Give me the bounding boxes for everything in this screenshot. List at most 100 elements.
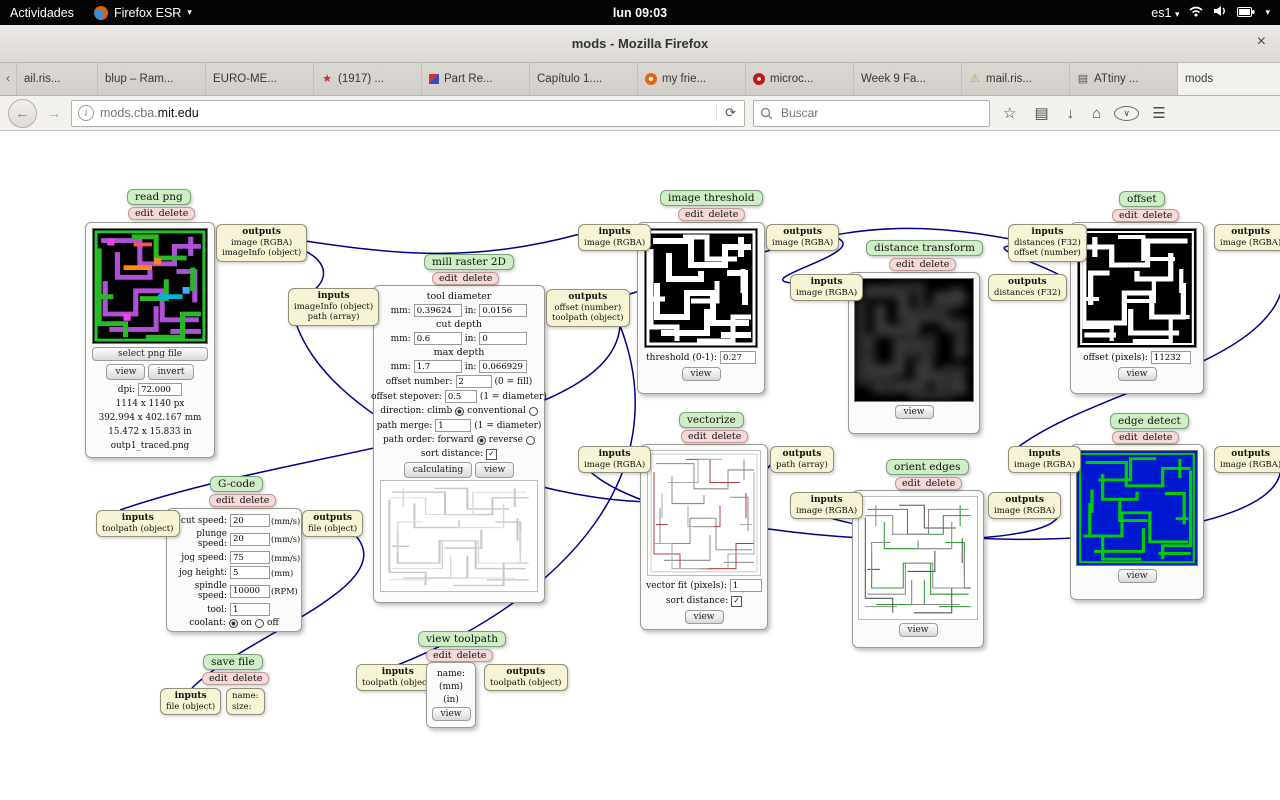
volume-icon[interactable] — [1213, 5, 1227, 20]
sort-distance-checkbox[interactable]: ✓ — [486, 448, 498, 460]
module-gcode-label[interactable]: G-code — [210, 476, 264, 492]
clock[interactable]: lun 09:03 — [613, 6, 667, 20]
output-port[interactable]: image (RGBA) — [772, 238, 833, 249]
input-port[interactable]: image (RGBA) — [796, 288, 857, 299]
view-button[interactable]: view — [894, 405, 934, 419]
tab-10[interactable]: ▤ ATtiny ... — [1070, 63, 1178, 95]
delete-link[interactable]: delete — [233, 673, 263, 684]
tool-diameter-mm-input[interactable] — [413, 304, 462, 317]
cut-speed-input[interactable] — [230, 514, 270, 527]
pocket-icon[interactable]: ∨ — [1114, 105, 1140, 121]
module-vectorize-label[interactable]: vectorize — [679, 412, 744, 428]
conventional-radio[interactable] — [528, 406, 538, 416]
module-image-threshold-label[interactable]: image threshold — [660, 190, 763, 206]
tab-5[interactable]: Capítulo 1.... — [530, 63, 638, 95]
view-button[interactable]: view — [431, 707, 471, 721]
output-port[interactable]: path (array) — [776, 460, 828, 471]
system-menu-chevron[interactable]: ▾ — [1265, 7, 1270, 18]
bookmark-star-icon[interactable]: ☆ — [998, 104, 1021, 122]
output-port[interactable]: image (RGBA) — [1220, 238, 1280, 249]
tab-4[interactable]: Part Re... — [422, 63, 530, 95]
tab-mods-active[interactable]: mods× — [1178, 63, 1280, 95]
jog-height-input[interactable] — [230, 566, 270, 579]
output-port[interactable]: image (RGBA) — [222, 238, 301, 249]
edit-link[interactable]: edit — [688, 431, 707, 442]
view-button[interactable]: view — [684, 610, 724, 624]
input-port[interactable]: file (object) — [166, 702, 215, 713]
dpi-input[interactable] — [138, 383, 183, 396]
bookmarks-sidebar-icon[interactable]: ▤ — [1029, 104, 1053, 122]
calculate-button[interactable]: calculating — [403, 462, 473, 478]
search-input[interactable] — [779, 105, 989, 121]
plunge-speed-input[interactable] — [230, 532, 270, 546]
edit-link[interactable]: edit — [135, 208, 154, 219]
delete-link[interactable]: delete — [240, 495, 270, 506]
coolant-on-radio[interactable] — [228, 618, 238, 628]
window-close-button[interactable]: × — [1257, 33, 1266, 51]
delete-link[interactable]: delete — [926, 478, 956, 489]
edit-link[interactable]: edit — [439, 273, 458, 284]
threshold-input[interactable] — [719, 351, 756, 364]
tab-2[interactable]: EURO-ME... — [206, 63, 314, 95]
input-port[interactable]: imageInfo (object) — [294, 302, 373, 313]
module-read-png-label[interactable]: read png — [127, 189, 191, 205]
offset-stepover-input[interactable] — [444, 390, 477, 403]
tool-diameter-in-input[interactable] — [479, 304, 528, 317]
tab-scroll-left-button[interactable]: ‹ — [0, 63, 17, 95]
cut-depth-mm-input[interactable] — [413, 332, 462, 345]
invert-button[interactable]: invert — [148, 364, 194, 380]
input-port[interactable]: distances (F32) — [1014, 238, 1081, 249]
input-port[interactable]: toolpath (object) — [362, 678, 434, 689]
battery-icon[interactable] — [1237, 6, 1255, 20]
offset-pixels-input[interactable] — [1150, 351, 1191, 364]
downloads-icon[interactable]: ↓ — [1062, 105, 1080, 122]
url-bar[interactable]: i mods.cba.mit.edu ⟳ — [71, 99, 745, 127]
output-port[interactable]: distances (F32) — [994, 288, 1061, 299]
offset-number-input[interactable] — [455, 375, 492, 388]
output-port[interactable]: image (RGBA) — [994, 506, 1055, 517]
delete-link[interactable]: delete — [1143, 210, 1173, 221]
input-port[interactable]: toolpath (object) — [102, 524, 174, 535]
view-button[interactable]: view — [681, 367, 721, 381]
view-button[interactable]: view — [1117, 569, 1157, 583]
delete-link[interactable]: delete — [709, 209, 739, 220]
tab-8[interactable]: Week 9 Fa... — [854, 63, 962, 95]
path-merge-input[interactable] — [435, 419, 472, 432]
delete-link[interactable]: delete — [1143, 432, 1173, 443]
climb-radio[interactable] — [455, 406, 465, 416]
input-port[interactable]: image (RGBA) — [584, 460, 645, 471]
view-button[interactable]: view — [106, 364, 146, 380]
tab-6[interactable]: my frie... — [638, 63, 746, 95]
mods-canvas[interactable]: read png edit delete outputs image (RGBA… — [0, 131, 1280, 800]
edit-link[interactable]: edit — [209, 673, 228, 684]
tab-0[interactable]: ail.ris... — [17, 63, 98, 95]
module-view-toolpath-label[interactable]: view toolpath — [418, 631, 507, 647]
edit-link[interactable]: edit — [902, 478, 921, 489]
vector-fit-input[interactable] — [729, 579, 762, 592]
spindle-speed-input[interactable] — [230, 584, 270, 598]
tab-7[interactable]: microc... — [746, 63, 854, 95]
output-port[interactable]: offset (number) — [552, 303, 624, 314]
coolant-off-radio[interactable] — [254, 618, 264, 628]
output-port[interactable]: image (RGBA) — [1220, 460, 1280, 471]
view-button[interactable]: view — [898, 623, 938, 637]
edit-link[interactable]: edit — [1119, 210, 1138, 221]
delete-link[interactable]: delete — [159, 208, 189, 219]
input-port[interactable]: offset (number) — [1014, 248, 1081, 259]
input-port[interactable]: path (array) — [294, 312, 373, 323]
sort-distance-checkbox[interactable]: ✓ — [731, 595, 743, 607]
home-icon[interactable]: ⌂ — [1087, 105, 1106, 122]
site-info-icon[interactable]: i — [78, 105, 94, 121]
jog-speed-input[interactable] — [230, 551, 270, 564]
view-button[interactable]: view — [475, 462, 515, 478]
edit-link[interactable]: edit — [1119, 432, 1138, 443]
cut-depth-in-input[interactable] — [479, 332, 528, 345]
output-port[interactable]: imageInfo (object) — [222, 248, 301, 259]
edit-link[interactable]: edit — [216, 495, 235, 506]
output-port[interactable]: file (object) — [308, 524, 357, 535]
select-png-file-button[interactable]: select png file — [92, 347, 208, 361]
back-button[interactable]: ← — [8, 98, 37, 128]
delete-link[interactable]: delete — [712, 431, 742, 442]
max-depth-mm-input[interactable] — [413, 360, 462, 373]
module-offset-label[interactable]: offset — [1119, 191, 1165, 207]
